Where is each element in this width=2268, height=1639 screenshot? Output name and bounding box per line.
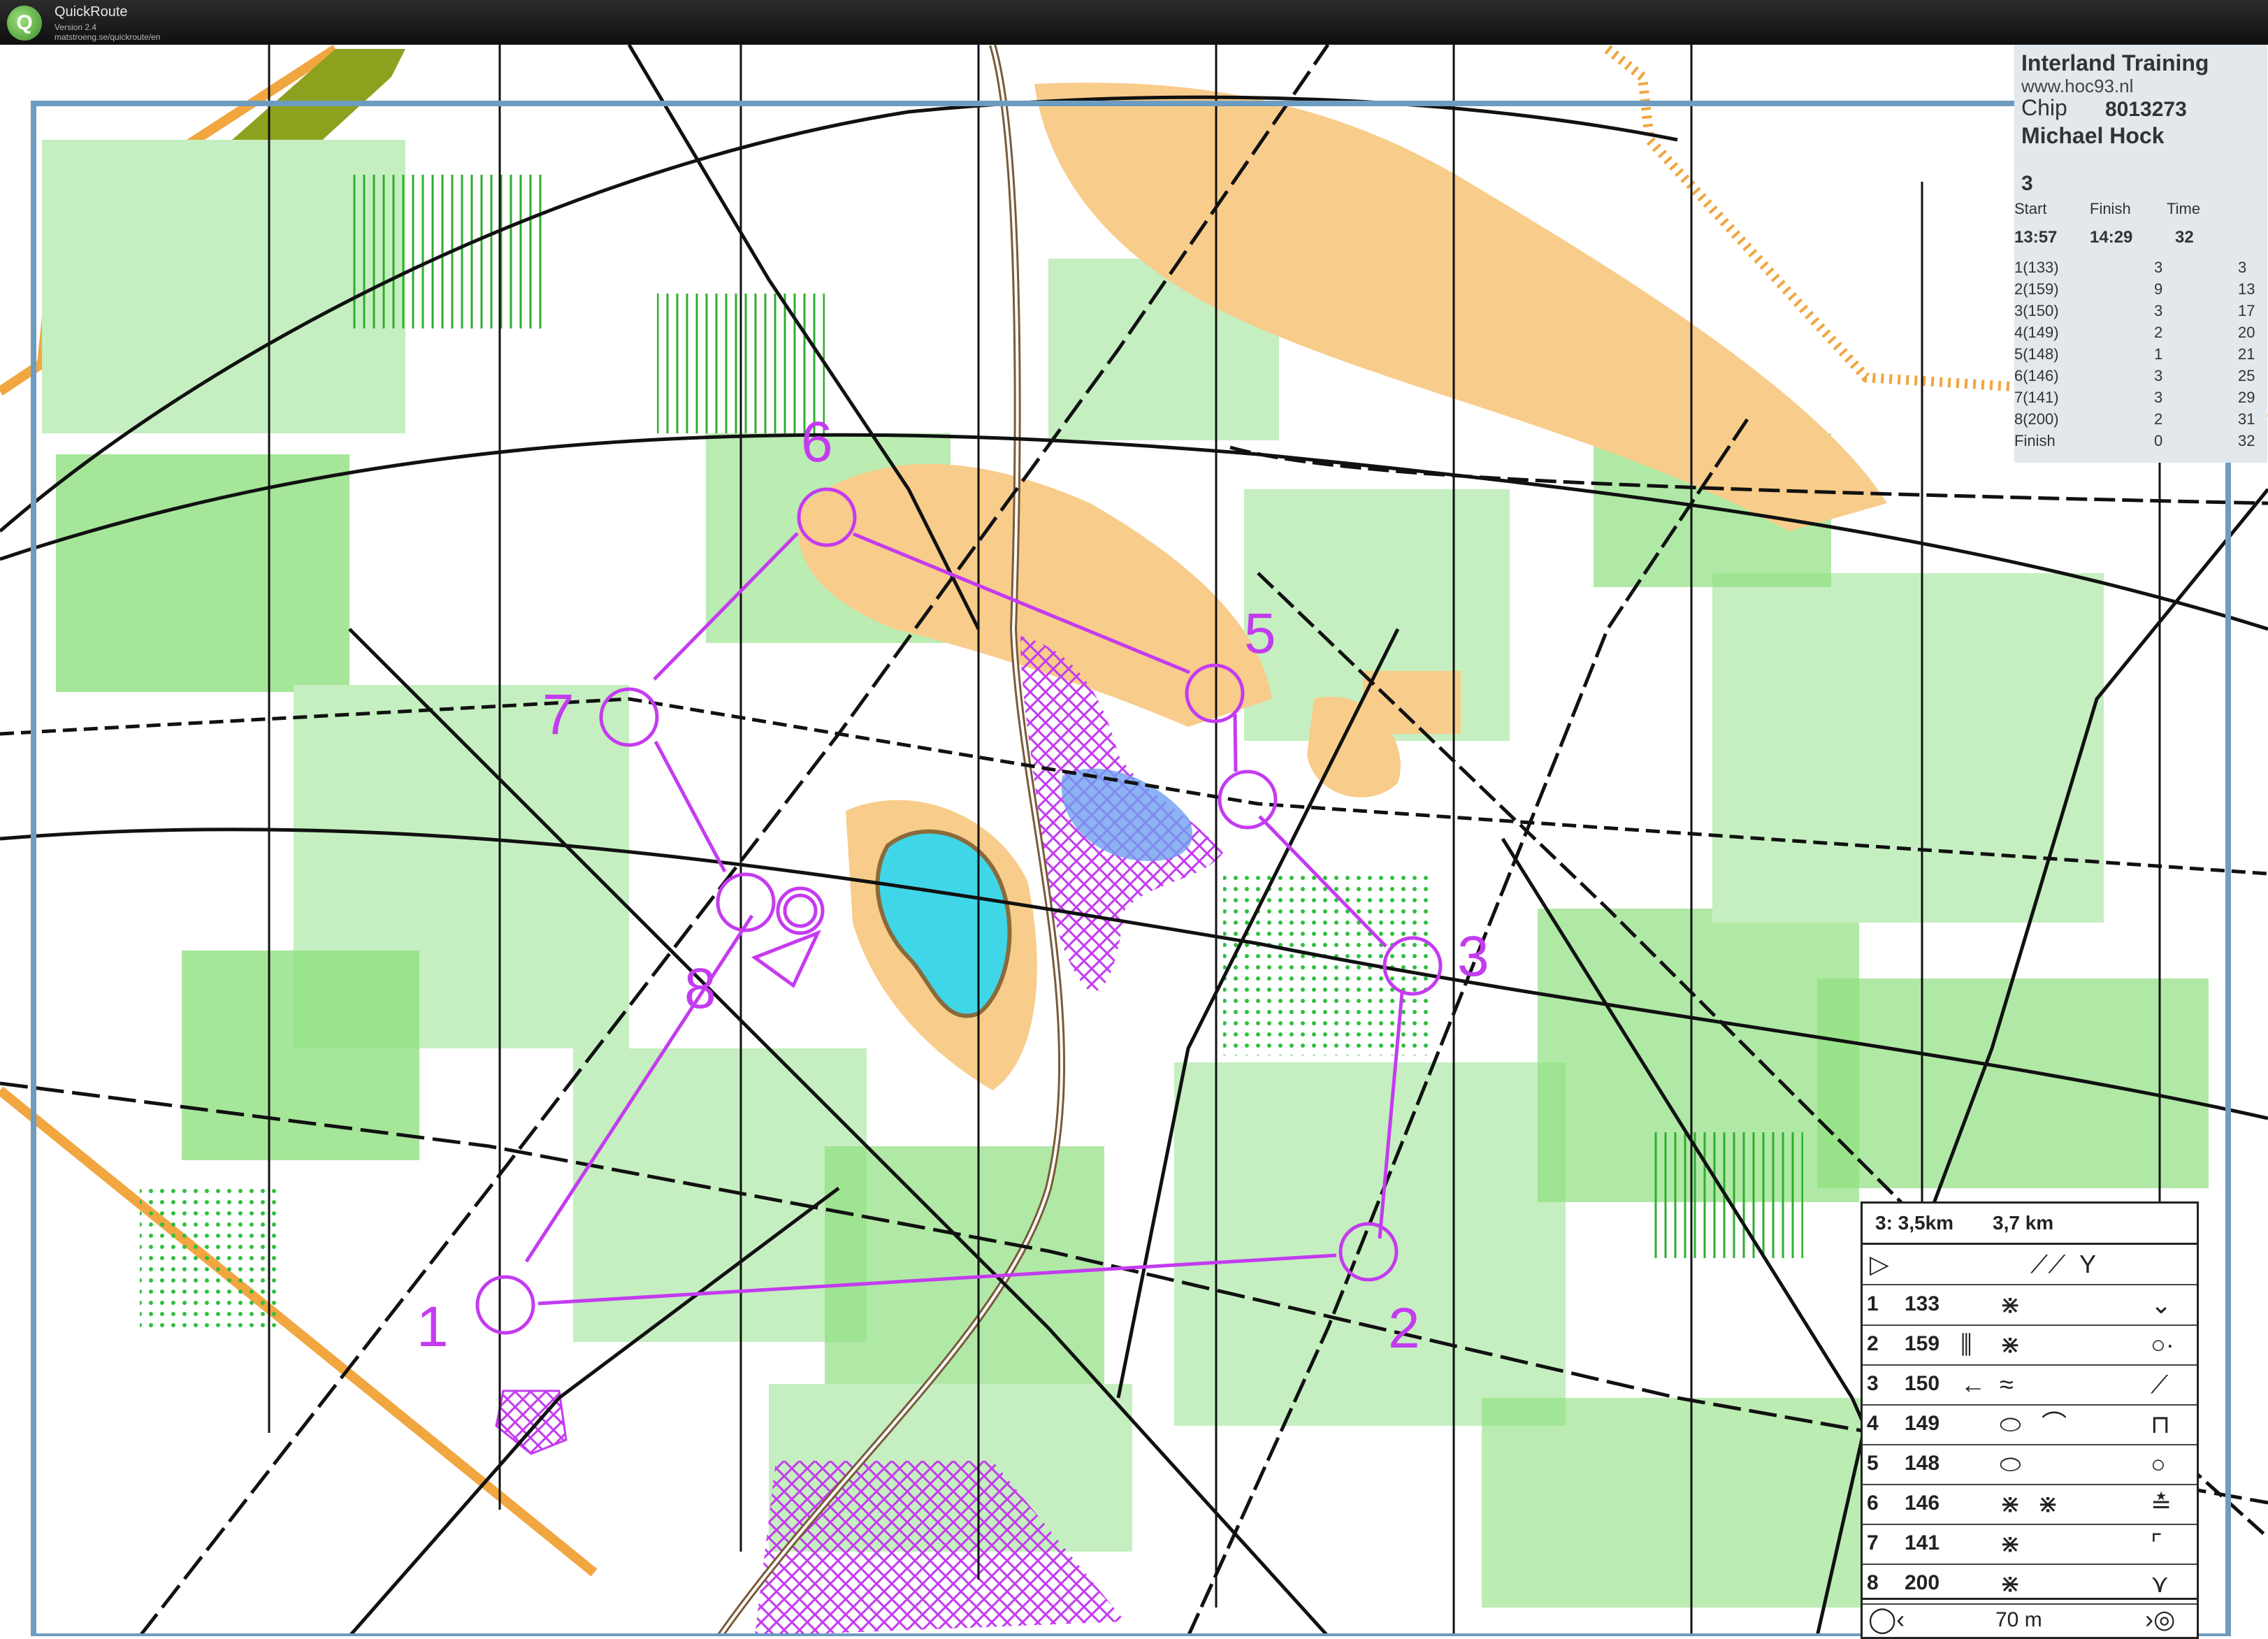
- control-label-2: 2: [1388, 1297, 1420, 1360]
- control-label-8: 8: [684, 957, 716, 1020]
- app-name: QuickRoute: [55, 4, 128, 20]
- description-row: 1 133 ⋇ ⌄: [1863, 1285, 2197, 1326]
- description-row: 4 149 ⬭ ⌒ ⊓: [1863, 1405, 2197, 1445]
- location-icon: ⌄: [2151, 1290, 2172, 1319]
- split-row: 7(141) 3 29: [2014, 389, 2255, 406]
- path-junction-icon: ⟋⟋: [2030, 1250, 2066, 1278]
- control-label-7: 7: [542, 683, 575, 746]
- finish-start-icon: ◯‹: [1868, 1605, 1905, 1633]
- split-row: 8(200) 2 31: [2014, 410, 2255, 428]
- location-icon: ⟋: [2151, 1370, 2169, 1399]
- location-icon: ○·: [2151, 1330, 2174, 1359]
- location-icon: ○: [2151, 1450, 2166, 1478]
- event-title: Interland Training: [2021, 50, 2209, 75]
- depression-icon: ⬭: [2000, 1410, 2021, 1438]
- thicket-icon: ⋇: [2000, 1330, 2021, 1359]
- marsh-icon: ≈: [2000, 1370, 2014, 1399]
- control-label-3: 3: [1457, 925, 1489, 988]
- course-length: 3: 3,5km: [1875, 1212, 1954, 1234]
- finish-row: ◯‹ 70 m ›◎: [1863, 1598, 2197, 1639]
- split-row: 6(146) 3 25: [2014, 367, 2255, 384]
- app-url: matstroeng.se/quickroute/en: [55, 32, 161, 42]
- west-arrow-icon: ←: [1960, 1370, 1986, 1399]
- location-icon: ⊓: [2151, 1410, 2171, 1438]
- control-description-sheet: 3: 3,5km 3,7 km ▷ ⟋⟋ Y 1 133 ⋇ ⌄ 2 159 ⫼…: [1861, 1201, 2199, 1639]
- runner-name: Michael Hock: [2021, 123, 2165, 148]
- description-row: 6 146 ⋇ ⋇ ≛: [1863, 1485, 2197, 1525]
- split-row: Finish 0 32: [2014, 432, 2255, 449]
- chip-label: Chip: [2021, 95, 2067, 120]
- description-header: 3: 3,5km 3,7 km: [1863, 1204, 2197, 1245]
- control-label-5: 5: [1244, 602, 1276, 665]
- time-value: 32: [2175, 228, 2194, 247]
- split-row: 2(159) 9 13: [2014, 280, 2255, 298]
- app-version: Version 2.4: [55, 22, 97, 32]
- control-label-1: 1: [417, 1295, 449, 1359]
- description-row: 7 141 ⋇ ⌜: [1863, 1524, 2197, 1565]
- thicket-icon: ⋇: [2037, 1489, 2059, 1518]
- course-number: 3: [2021, 172, 2033, 195]
- start-value: 13:57: [2014, 228, 2058, 247]
- thicket-icon: ⋇: [2000, 1290, 2021, 1319]
- description-row: 5 148 ⬭ ○: [1863, 1445, 2197, 1485]
- start-label: Start: [2014, 200, 2047, 217]
- event-website: www.hoc93.nl: [2021, 75, 2134, 96]
- total-length: 3,7 km: [1993, 1212, 2054, 1234]
- title-bar: Q QuickRoute Version 2.4 matstroeng.se/q…: [0, 0, 2268, 45]
- thicket-icon: ⋇: [2000, 1489, 2021, 1518]
- finish-circle-icon: ›◎: [2145, 1605, 2176, 1633]
- split-row: 1(133) 3 3: [2014, 259, 2247, 276]
- description-row: 3 150 ← ≈ ⟋: [1863, 1365, 2197, 1406]
- location-icon: ⌜: [2151, 1529, 2162, 1558]
- quickroute-logo-icon: Q: [7, 6, 42, 41]
- control-label-6: 6: [801, 410, 833, 474]
- finish-label: Finish: [2090, 200, 2131, 217]
- depression-icon: ⬭: [2000, 1450, 2021, 1478]
- start-triangle-icon: ▷: [1870, 1250, 1889, 1278]
- start-row: ▷ ⟋⟋ Y: [1863, 1245, 2197, 1285]
- result-card: Interland Training www.hoc93.nl Chip 801…: [2014, 45, 2267, 463]
- location-icon: ≛: [2151, 1489, 2172, 1518]
- chip-number: 8013273: [2105, 98, 2187, 121]
- thicket-icon: ⋇: [2000, 1529, 2021, 1558]
- finish-value: 14:29: [2090, 228, 2133, 247]
- split-row: 3(150) 3 17: [2014, 302, 2255, 319]
- description-row: 2 159 ⫼ ⋇ ○·: [1863, 1325, 2197, 1366]
- split-row: 4(149) 2 20: [2014, 324, 2255, 341]
- vegetation-boundary-icon: ⫼: [1960, 1330, 1972, 1359]
- time-label: Time: [2167, 200, 2201, 217]
- edge-icon: ⌒: [2042, 1410, 2067, 1438]
- path-junction-icon: Y: [2079, 1250, 2097, 1278]
- finish-distance: 70 m: [1995, 1608, 2042, 1631]
- split-row: 5(148) 1 21: [2014, 345, 2255, 363]
